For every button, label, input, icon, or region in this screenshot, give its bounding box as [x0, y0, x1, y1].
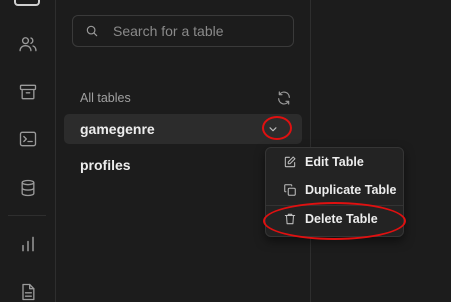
table-name: gamegenre [80, 121, 155, 137]
archive-icon[interactable] [14, 78, 42, 106]
table-editor-icon[interactable] [14, 0, 40, 6]
search-box[interactable] [72, 15, 294, 47]
database-icon[interactable] [14, 174, 42, 202]
edit-table-menu-item[interactable]: Edit Table [266, 149, 403, 175]
terminal-icon[interactable] [14, 125, 42, 153]
refresh-icon[interactable] [276, 90, 292, 106]
chevron-down-icon[interactable] [266, 122, 280, 136]
delete-table-menu-item[interactable]: Delete Table [266, 206, 403, 232]
reports-icon[interactable] [14, 230, 42, 258]
tables-section-header: All tables [80, 90, 292, 106]
trash-icon [283, 212, 297, 226]
duplicate-table-menu-item[interactable]: Duplicate Table [266, 177, 403, 203]
users-icon[interactable] [14, 30, 42, 58]
search-icon [86, 25, 98, 37]
table-context-menu: Edit Table Duplicate Table Delete Table [265, 147, 404, 237]
section-title: All tables [80, 91, 131, 105]
edit-icon [283, 155, 297, 169]
search-input[interactable] [113, 23, 283, 39]
menu-item-label: Duplicate Table [305, 183, 397, 197]
table-name: profiles [80, 157, 131, 173]
menu-item-label: Edit Table [305, 155, 364, 169]
rail-divider [8, 215, 46, 216]
sidebar-rail [0, 0, 56, 302]
copy-icon [283, 183, 297, 197]
docs-icon[interactable] [14, 278, 42, 302]
app-window: All tables gamegenre profiles [0, 0, 451, 302]
table-row-gamegenre[interactable]: gamegenre [64, 114, 302, 144]
menu-item-label: Delete Table [305, 212, 378, 226]
